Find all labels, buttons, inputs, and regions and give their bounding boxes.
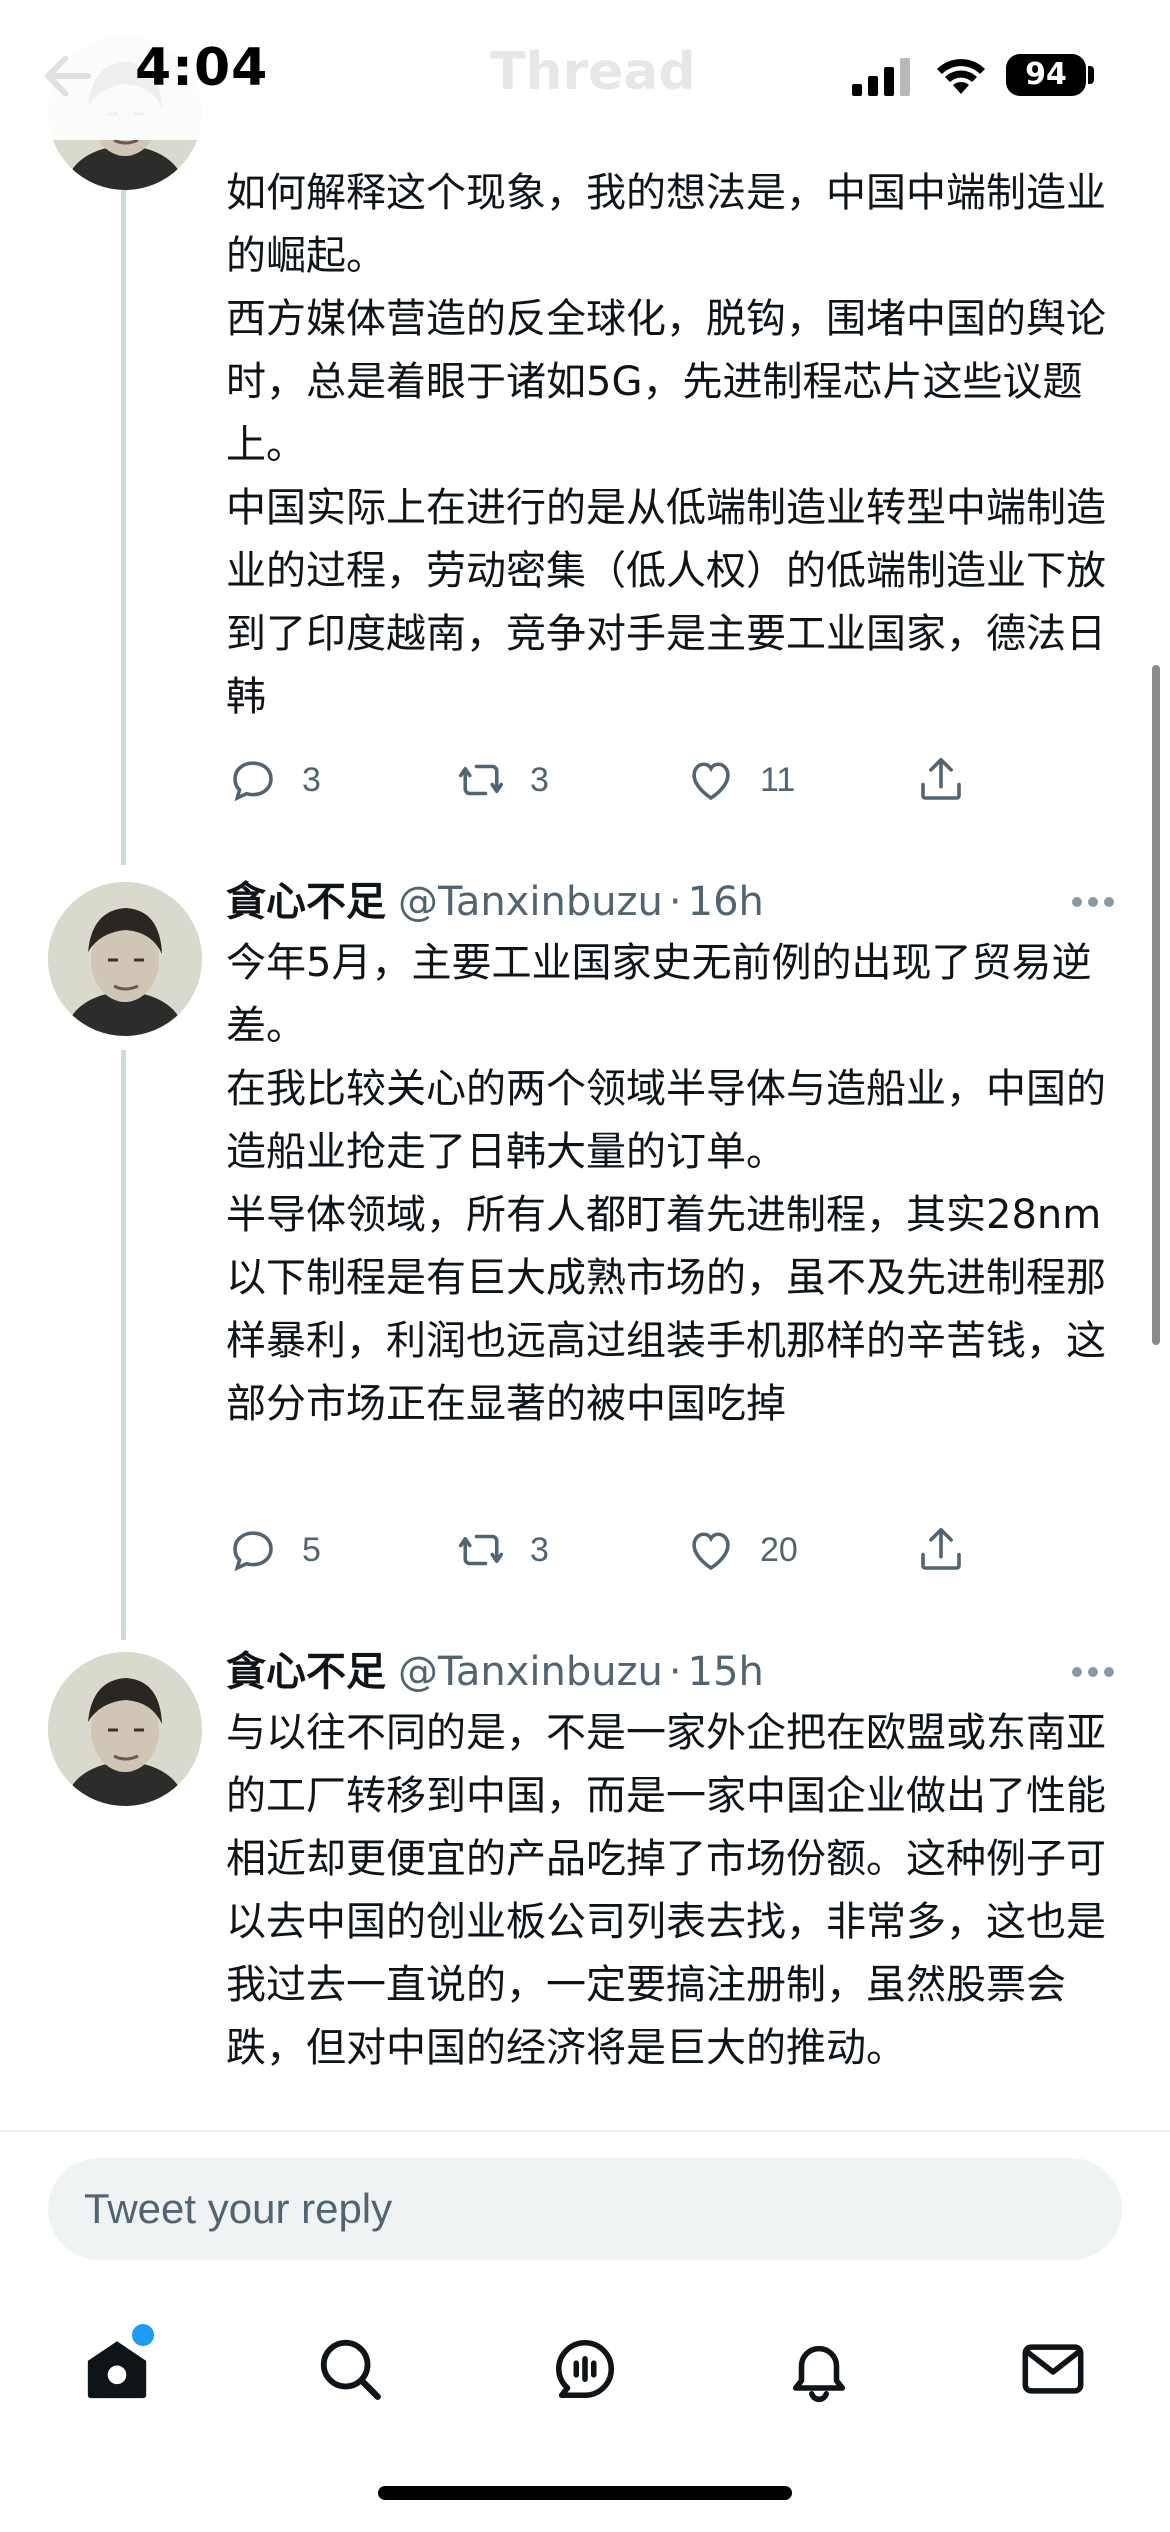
- more-icon[interactable]: [1070, 1665, 1116, 1679]
- mail-icon: [1022, 2344, 1084, 2394]
- like-count: 11: [760, 760, 796, 799]
- tweet-header: 貪心不足 @Tanxinbuzu · 15h: [226, 1644, 764, 1700]
- battery-indicator: 94: [1006, 54, 1086, 96]
- tab-home[interactable]: [62, 2314, 172, 2424]
- separator-dot: ·: [668, 1649, 682, 1695]
- thread-connector-line: [121, 1050, 126, 1640]
- share-icon: [921, 1527, 961, 1570]
- status-time: 4:04: [135, 38, 269, 98]
- reply-button[interactable]: 5: [226, 1518, 321, 1582]
- like-count: 20: [760, 1530, 798, 1569]
- retweet-button[interactable]: 3: [454, 1518, 549, 1582]
- reply-button[interactable]: 3: [226, 748, 321, 812]
- retweet-icon: [458, 764, 504, 796]
- tweet-time: 15h: [687, 1649, 764, 1695]
- scrollbar[interactable]: [1152, 665, 1160, 1345]
- avatar[interactable]: [48, 882, 202, 1036]
- bell-icon: [792, 2345, 846, 2402]
- reply-bar: Tweet your reply: [0, 2130, 1170, 2292]
- tweet-actions: 3 3 11: [226, 748, 986, 812]
- more-icon[interactable]: [1070, 895, 1116, 909]
- notification-dot: [132, 2324, 154, 2346]
- share-button[interactable]: [914, 748, 968, 812]
- tweet-text: 今年5月，主要工业国家史无前例的出现了贸易逆差。 在我比较关心的两个领域半导体与…: [226, 932, 1126, 1436]
- tweet-paragraph: 今年5月，主要工业国家史无前例的出现了贸易逆差。: [226, 940, 1092, 1049]
- tweet-paragraph: 西方媒体营造的反全球化，脱钩，围堵中国的舆论时，总是着眼于诸如5G，先进制程芯片…: [226, 296, 1106, 468]
- like-button[interactable]: 11: [684, 748, 795, 812]
- reply-count: 5: [302, 1530, 321, 1569]
- back-arrow-icon[interactable]: [38, 46, 98, 106]
- tweet-paragraph: 中国实际上在进行的是从低端制造业转型中端制造业的过程，劳动密集（低人权）的低端制…: [226, 485, 1106, 720]
- tweet-paragraph: 半导体领域，所有人都盯着先进制程，其实28nm以下制程是有巨大成熟市场的，虽不及…: [226, 1192, 1106, 1427]
- heart-icon: [692, 762, 730, 801]
- tweet-text: 如何解释这个现象，我的想法是，中国中端制造业的崛起。 西方媒体营造的反全球化，脱…: [226, 162, 1126, 729]
- reply-icon: [233, 1531, 273, 1572]
- tweet-actions: 5 3 20: [226, 1518, 986, 1582]
- tweet-header: 貪心不足 @Tanxinbuzu · 16h: [226, 874, 764, 930]
- like-button[interactable]: 20: [684, 1518, 798, 1582]
- retweet-count: 3: [530, 1530, 549, 1569]
- separator-dot: ·: [668, 879, 682, 925]
- retweet-icon: [458, 1534, 504, 1566]
- tweet-paragraph: 如何解释这个现象，我的想法是，中国中端制造业的崛起。: [226, 170, 1106, 279]
- search-icon: [320, 2339, 381, 2400]
- status-bar: Thread 4:04 94: [0, 0, 1170, 140]
- heart-icon: [692, 1532, 730, 1571]
- tweet-paragraph: 与以往不同的是，不是一家外企把在欧盟或东南亚的工厂转移到中国，而是一家中国企业做…: [226, 1710, 1106, 2071]
- author-name[interactable]: 貪心不足: [226, 1649, 386, 1695]
- retweet-button[interactable]: 3: [454, 748, 549, 812]
- share-icon: [921, 757, 961, 800]
- reply-count: 3: [302, 760, 321, 799]
- tab-search[interactable]: [295, 2314, 405, 2424]
- spaces-icon: [555, 2340, 614, 2399]
- reply-input[interactable]: Tweet your reply: [48, 2158, 1122, 2260]
- tab-notifications[interactable]: [764, 2314, 874, 2424]
- tweet-paragraph: 在我比较关心的两个领域半导体与造船业，中国的造船业抢走了日韩大量的订单。: [226, 1066, 1106, 1175]
- author-handle[interactable]: @Tanxinbuzu: [398, 879, 663, 925]
- share-button[interactable]: [914, 1518, 968, 1582]
- avatar[interactable]: [48, 1652, 202, 1806]
- page-title: Thread: [490, 42, 696, 102]
- battery-tip: [1088, 66, 1094, 84]
- home-indicator[interactable]: [378, 2486, 792, 2500]
- tweet-time: 16h: [687, 879, 764, 925]
- retweet-count: 3: [530, 760, 549, 799]
- tweet-text: 与以往不同的是，不是一家外企把在欧盟或东南亚的工厂转移到中国，而是一家中国企业做…: [226, 1702, 1126, 2080]
- reply-icon: [233, 761, 273, 802]
- author-handle[interactable]: @Tanxinbuzu: [398, 1649, 663, 1695]
- wifi-icon: [937, 59, 985, 94]
- tab-spaces[interactable]: [530, 2314, 640, 2424]
- tab-messages[interactable]: [998, 2314, 1108, 2424]
- thread-connector-line: [121, 150, 126, 865]
- cellular-signal-icon: [852, 58, 910, 96]
- author-name[interactable]: 貪心不足: [226, 879, 386, 925]
